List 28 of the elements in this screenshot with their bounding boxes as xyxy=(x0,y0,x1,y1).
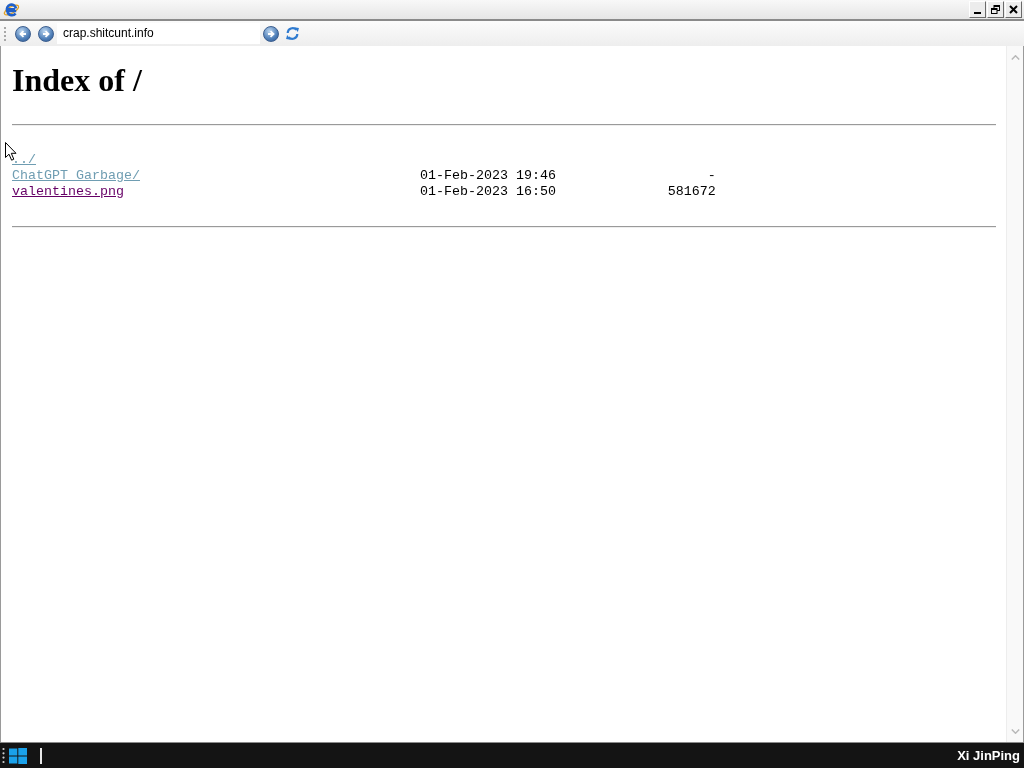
left-arrow-icon xyxy=(19,29,27,38)
refresh-icon xyxy=(285,26,300,41)
minimize-button[interactable] xyxy=(969,1,986,18)
restore-button[interactable] xyxy=(987,1,1004,18)
start-button[interactable] xyxy=(9,747,27,764)
size-text: 581672 xyxy=(667,184,716,199)
date-text: 01-Feb-2023 16:50 xyxy=(419,184,556,199)
close-icon xyxy=(1009,5,1018,14)
back-button[interactable] xyxy=(15,25,31,42)
minimize-icon xyxy=(974,12,981,14)
windows-logo-icon xyxy=(9,747,27,764)
address-field[interactable]: crap.shitcunt.info xyxy=(57,23,260,44)
refresh-button[interactable] xyxy=(285,26,300,41)
app-icon xyxy=(3,1,20,18)
date-text: 01-Feb-2023 19:46 xyxy=(419,168,556,183)
forward-button[interactable] xyxy=(38,25,54,42)
gripper-icon xyxy=(2,747,5,764)
user-name: Xi JinPing xyxy=(957,748,1020,763)
page-heading: Index of / xyxy=(12,62,142,99)
entry-link[interactable]: valentines.png xyxy=(12,184,124,199)
go-button[interactable] xyxy=(263,25,279,42)
mouse-cursor-icon xyxy=(5,142,17,161)
right-arrow-icon xyxy=(42,29,50,38)
taskbar-separator xyxy=(40,747,42,764)
right-arrow-icon xyxy=(267,29,275,38)
size-text: - xyxy=(707,168,716,183)
close-button[interactable] xyxy=(1005,1,1022,18)
restore-icon xyxy=(991,5,1000,14)
